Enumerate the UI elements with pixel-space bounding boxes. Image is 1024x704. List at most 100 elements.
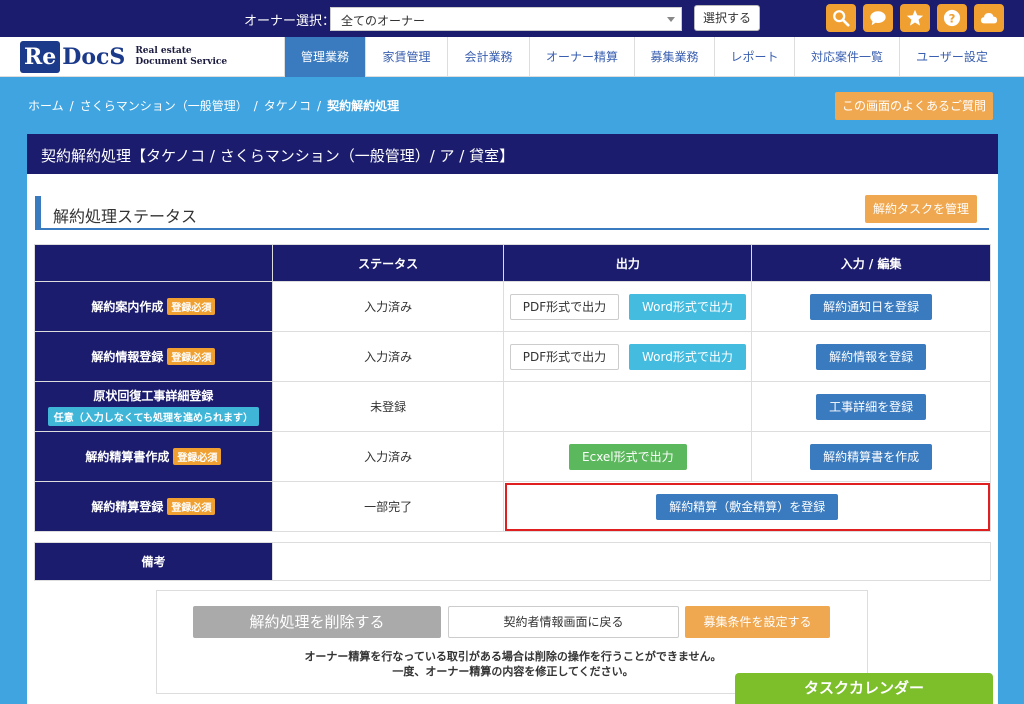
- nav-tab-case-list[interactable]: 対応案件一覧: [794, 37, 899, 77]
- column-header: [34, 244, 273, 282]
- optional-badge: 任意（入力しなくても処理を進められます）: [47, 407, 259, 426]
- required-badge: 登録必須: [167, 348, 216, 365]
- chevron-down-icon: [667, 17, 675, 22]
- logo-subtitle: Real estate Document Service: [135, 46, 227, 68]
- main-panel: 契約解約処理【タケノコ / さくらマンション（一般管理）/ ア / 貸室】 解約…: [27, 134, 998, 704]
- row-label: 解約精算書作成 登録必須: [34, 431, 273, 482]
- page-title: 契約解約処理【タケノコ / さくらマンション（一般管理）/ ア / 貸室】: [27, 134, 998, 174]
- pdf-output-button[interactable]: PDF形式で出力: [509, 343, 620, 370]
- table-row: 解約精算書作成 登録必須 入力済み Ecxel形式で出力 解約精算書を作成: [34, 431, 991, 482]
- status-cell: 入力済み: [271, 281, 505, 332]
- search-icon[interactable]: [826, 4, 856, 32]
- select-owner-button[interactable]: 選択する: [694, 5, 760, 31]
- output-cell: Ecxel形式で出力: [503, 431, 753, 482]
- remarks-table: 備考: [34, 542, 991, 581]
- create-settlement-doc-button[interactable]: 解約精算書を作成: [810, 443, 933, 470]
- breadcrumb-home[interactable]: ホーム: [28, 99, 64, 113]
- section-accent-bar: [35, 196, 41, 228]
- nav-tab-management[interactable]: 管理業務: [284, 37, 365, 77]
- status-cell: 入力済み: [271, 431, 505, 482]
- breadcrumb-current: 契約解約処理: [327, 99, 400, 113]
- row-label: 解約案内作成 登録必須: [34, 281, 273, 332]
- row-label-text: 解約案内作成: [91, 300, 164, 314]
- breadcrumb-property[interactable]: さくらマンション（一般管理）: [80, 99, 248, 113]
- column-header-edit: 入力 / 編集: [751, 244, 991, 282]
- status-cell: 未登録: [271, 381, 505, 432]
- faq-button[interactable]: この画面のよくあるご質問: [835, 92, 993, 120]
- breadcrumb-separator: /: [69, 99, 74, 113]
- highlighted-action-cell: 解約精算（敷金精算）を登録: [503, 481, 991, 532]
- breadcrumb-separator: /: [253, 99, 258, 113]
- svg-text:?: ?: [949, 12, 956, 26]
- top-bar: オーナー選択： 全てのオーナー 選択する ?: [0, 0, 1024, 37]
- section-header: 解約処理ステータス: [35, 196, 989, 230]
- star-icon[interactable]: [900, 4, 930, 32]
- table-row: 解約案内作成 登録必須 入力済み PDF形式で出力 Word形式で出力 解約通知日…: [34, 281, 991, 332]
- row-label-text: 原状回復工事詳細登録: [93, 389, 214, 403]
- redocs-logo[interactable]: Re DocS Real estate Document Service: [20, 41, 227, 73]
- breadcrumb-separator: /: [317, 99, 322, 113]
- register-deposit-settlement-button[interactable]: 解約精算（敷金精算）を登録: [656, 493, 839, 520]
- excel-output-button[interactable]: Ecxel形式で出力: [569, 443, 687, 470]
- manage-tasks-button[interactable]: 解約タスクを管理: [865, 195, 977, 223]
- table-row: 解約精算登録 登録必須 一部完了 解約精算（敷金精算）を登録: [34, 481, 991, 532]
- owner-select-label: オーナー選択：: [244, 14, 336, 29]
- table-row: 解約情報登録 登録必須 入力済み PDF形式で出力 Word形式で出力 解約情報を…: [34, 331, 991, 382]
- back-to-tenant-button[interactable]: 契約者情報画面に戻る: [448, 606, 679, 638]
- remarks-row: 備考: [34, 542, 991, 581]
- cloud-icon[interactable]: [974, 4, 1004, 32]
- action-cell: 解約精算書を作成: [751, 431, 991, 482]
- set-recruitment-button[interactable]: 募集条件を設定する: [685, 606, 830, 638]
- column-header-output: 出力: [503, 244, 753, 282]
- output-cell: PDF形式で出力 Word形式で出力: [503, 331, 753, 382]
- delete-cancellation-button[interactable]: 解約処理を削除する: [193, 606, 441, 638]
- logo-sub-line1: Real estate: [135, 46, 192, 56]
- column-header-status: ステータス: [271, 244, 505, 282]
- row-label-text: 解約精算書作成: [85, 450, 170, 464]
- output-cell: PDF形式で出力 Word形式で出力: [503, 281, 753, 332]
- chat-icon[interactable]: [863, 4, 893, 32]
- nav-tab-user-settings[interactable]: ユーザー設定: [899, 37, 1004, 77]
- row-label-text: 解約精算登録: [91, 500, 164, 514]
- remarks-label: 備考: [34, 542, 273, 581]
- breadcrumb-tenant[interactable]: タケノコ: [264, 99, 311, 113]
- logo-docs: DocS: [62, 44, 126, 70]
- status-cell: 入力済み: [271, 331, 505, 382]
- required-badge: 登録必須: [167, 498, 216, 515]
- nav-tab-accounting[interactable]: 会計業務: [447, 37, 529, 77]
- owner-select[interactable]: 全てのオーナー: [330, 7, 682, 31]
- owner-select-value: 全てのオーナー: [341, 14, 426, 28]
- row-label: 解約精算登録 登録必須: [34, 481, 273, 532]
- row-label-text: 解約情報登録: [91, 350, 164, 364]
- breadcrumb: ホーム / さくらマンション（一般管理） / タケノコ / 契約解約処理: [28, 97, 399, 114]
- required-badge: 登録必須: [173, 448, 222, 465]
- table-header-row: ステータス 出力 入力 / 編集: [34, 244, 991, 282]
- delete-note-line1: オーナー精算を行なっている取引がある場合は削除の操作を行うことができません。: [304, 650, 722, 663]
- logo-re: Re: [20, 41, 61, 73]
- nav-tab-rent[interactable]: 家賃管理: [365, 37, 447, 77]
- nav-tab-recruitment[interactable]: 募集業務: [634, 37, 714, 77]
- main-nav-bar: Re DocS Real estate Document Service 管理業…: [0, 37, 1024, 77]
- section-title: 解約処理ステータス: [53, 207, 198, 226]
- action-cell: 解約情報を登録: [751, 331, 991, 382]
- help-icon[interactable]: ?: [937, 4, 967, 32]
- logo-sub-line2: Document Service: [135, 57, 228, 67]
- row-label: 原状回復工事詳細登録任意（入力しなくても処理を進められます）: [34, 381, 273, 432]
- action-cell: 工事詳細を登録: [751, 381, 991, 432]
- word-output-button[interactable]: Word形式で出力: [629, 343, 746, 370]
- required-badge: 登録必須: [167, 298, 216, 315]
- nav-tab-report[interactable]: レポート: [714, 37, 794, 77]
- output-cell: [503, 381, 753, 432]
- task-calendar-button[interactable]: タスクカレンダー: [735, 673, 993, 704]
- register-work-details-button[interactable]: 工事詳細を登録: [816, 393, 927, 420]
- delete-note-line2: 一度、オーナー精算の内容を修正してください。: [392, 665, 634, 678]
- remarks-value: [272, 542, 991, 581]
- table-row: 原状回復工事詳細登録任意（入力しなくても処理を進められます） 未登録 工事詳細を…: [34, 381, 991, 432]
- nav-tabs: 管理業務 家賃管理 会計業務 オーナー精算 募集業務 レポート 対応案件一覧 ユ…: [284, 37, 1004, 77]
- nav-tab-owner-settlement[interactable]: オーナー精算: [529, 37, 634, 77]
- register-notice-date-button[interactable]: 解約通知日を登録: [810, 293, 933, 320]
- row-label: 解約情報登録 登録必須: [34, 331, 273, 382]
- pdf-output-button[interactable]: PDF形式で出力: [509, 293, 620, 320]
- word-output-button[interactable]: Word形式で出力: [629, 293, 746, 320]
- register-cancellation-info-button[interactable]: 解約情報を登録: [816, 343, 927, 370]
